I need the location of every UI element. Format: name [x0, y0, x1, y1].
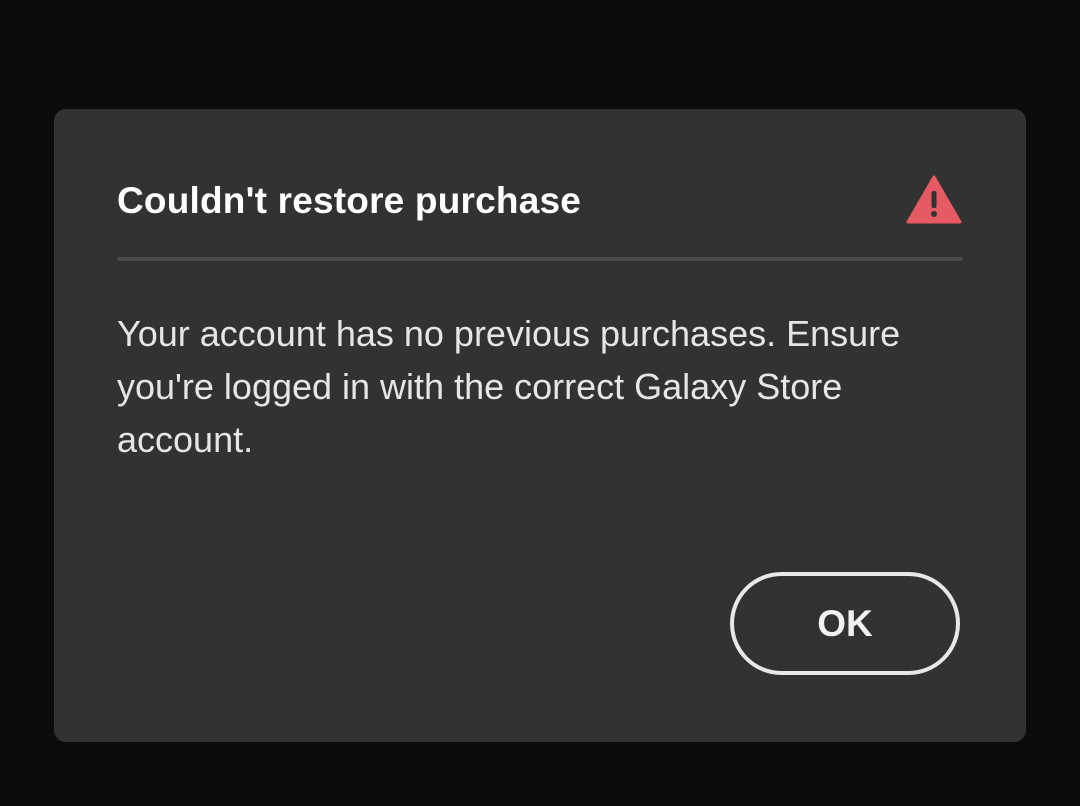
- error-dialog: Couldn't restore purchase Your account h…: [54, 109, 1026, 742]
- dialog-message: Your account has no previous purchases. …: [117, 313, 901, 460]
- modal-backdrop: Couldn't restore purchase Your account h…: [0, 0, 1080, 806]
- title-divider: [117, 257, 963, 261]
- ok-button[interactable]: OK: [730, 572, 960, 675]
- alert-triangle-icon: [906, 175, 962, 224]
- dialog-title: Couldn't restore purchase: [117, 180, 582, 221]
